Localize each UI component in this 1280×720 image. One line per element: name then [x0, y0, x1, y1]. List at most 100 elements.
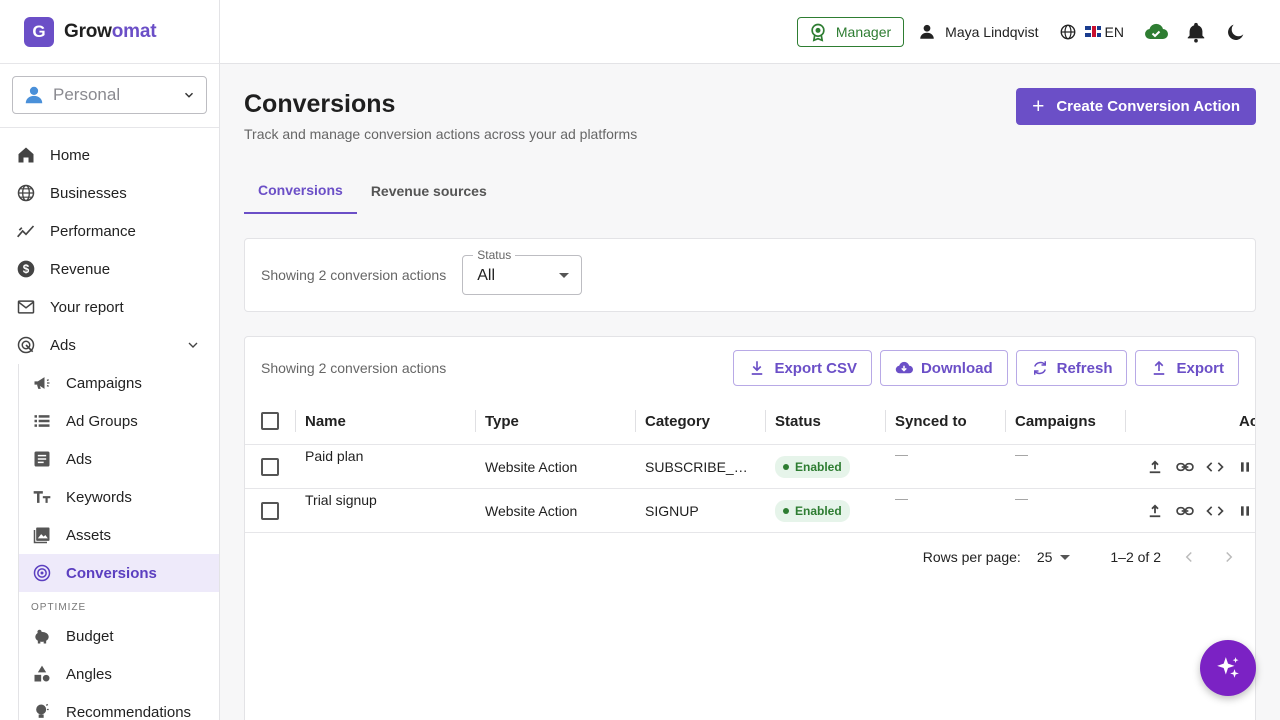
refresh-button[interactable]: Refresh	[1015, 350, 1128, 386]
previous-page-button[interactable]	[1177, 545, 1201, 569]
globe-icon	[17, 184, 35, 202]
cloud-check-icon	[1145, 23, 1168, 39]
link-icon[interactable]	[1170, 457, 1200, 477]
rows-per-page-value: 25	[1036, 549, 1053, 565]
export-csv-label: Export CSV	[774, 359, 857, 377]
cell-campaigns: —	[1015, 491, 1028, 506]
upload-icon[interactable]	[1140, 501, 1170, 521]
column-header-synced-to[interactable]: Synced to	[895, 399, 967, 443]
status-filter-select[interactable]: Status All	[462, 248, 583, 295]
cell-name[interactable]: Paid plan	[305, 445, 363, 489]
top-bar: Manager Maya Lindqvist EN	[220, 0, 1280, 64]
sidebar-item-angles[interactable]: Angles	[19, 655, 219, 693]
image-icon	[33, 527, 50, 544]
moon-icon	[1228, 24, 1244, 40]
brand-name: Growomat	[64, 20, 157, 42]
sidebar-item-ads[interactable]: Ads	[0, 326, 219, 364]
create-conversion-action-button[interactable]: + Create Conversion Action	[1016, 88, 1256, 125]
user-menu[interactable]: Maya Lindqvist	[918, 23, 1039, 41]
cloud-sync-button[interactable]	[1144, 20, 1168, 44]
ai-assistant-button[interactable]	[1200, 640, 1256, 696]
bell-icon	[1187, 22, 1205, 43]
notifications-button[interactable]	[1184, 20, 1208, 44]
conversion-icon	[33, 564, 51, 582]
sidebar-item-label: Ad Groups	[66, 412, 138, 430]
table-header-row: Name Type Category Status Synced to Camp…	[245, 399, 1255, 445]
pagination: Rows per page: 25 1–2 of 2	[923, 533, 1255, 581]
manager-label: Manager	[835, 23, 892, 40]
sidebar-item-revenue[interactable]: $ Revenue	[0, 250, 219, 288]
export-button[interactable]: Export	[1135, 350, 1239, 386]
next-page-button[interactable]	[1217, 545, 1241, 569]
sidebar-item-ads-sub[interactable]: Ads	[19, 440, 219, 478]
upload-icon[interactable]	[1140, 457, 1170, 477]
language-code: EN	[1104, 23, 1124, 40]
select-all-checkbox-cell	[261, 399, 279, 443]
sidebar-item-assets[interactable]: Assets	[19, 516, 219, 554]
export-csv-button[interactable]: Export CSV	[733, 350, 872, 386]
sidebar-item-campaigns[interactable]: Campaigns	[19, 364, 219, 402]
export-label: Export	[1176, 359, 1224, 377]
workspace-selector[interactable]: Personal	[12, 76, 207, 114]
column-header-campaigns[interactable]: Campaigns	[1015, 399, 1096, 443]
chevron-down-icon	[184, 92, 194, 98]
pause-icon[interactable]	[1230, 457, 1255, 477]
sidebar-item-businesses[interactable]: Businesses	[0, 174, 219, 212]
sparkle-icon	[1217, 657, 1239, 678]
link-icon[interactable]	[1170, 501, 1200, 521]
dollar-icon: $	[17, 260, 35, 278]
brand[interactable]: G Growomat	[0, 0, 219, 64]
pagination-range: 1–2 of 2	[1110, 549, 1161, 565]
column-header-category[interactable]: Category	[645, 399, 710, 443]
manager-button[interactable]: Manager	[796, 16, 905, 47]
svg-text:$: $	[23, 263, 30, 276]
sidebar-item-recommendations[interactable]: Recommendations	[19, 693, 219, 720]
sidebar-item-home[interactable]: Home	[0, 136, 219, 174]
code-icon[interactable]	[1200, 501, 1230, 521]
cell-synced-to: —	[895, 491, 908, 506]
sidebar-item-label: Angles	[66, 665, 112, 683]
cell-campaigns: —	[1015, 447, 1028, 462]
sidebar-item-performance[interactable]: Performance	[0, 212, 219, 250]
cell-synced-to: —	[895, 447, 908, 462]
sidebar-item-keywords[interactable]: Keywords	[19, 478, 219, 516]
sidebar-item-budget[interactable]: Budget	[19, 617, 219, 655]
upload-icon	[1154, 360, 1165, 375]
megaphone-icon	[34, 377, 50, 389]
workspace-label: Personal	[53, 85, 121, 104]
cell-name[interactable]: Trial signup	[305, 489, 377, 533]
refresh-icon	[1033, 361, 1046, 375]
column-header-type[interactable]: Type	[485, 399, 519, 443]
sidebar-item-label: Assets	[66, 526, 112, 544]
tab-revenue-sources[interactable]: Revenue sources	[357, 168, 501, 214]
download-button[interactable]: Download	[879, 350, 1008, 386]
sidebar-nav: Home Businesses Performance $ Revenue Yo…	[0, 128, 219, 720]
language-selector[interactable]: EN	[1059, 23, 1124, 41]
rows-per-page-label: Rows per page:	[922, 549, 1021, 565]
tabs: Conversions Revenue sources	[244, 168, 1256, 214]
row-checkbox[interactable]	[261, 502, 279, 520]
column-header-status[interactable]: Status	[775, 399, 821, 443]
table-toolbar: Showing 2 conversion actions Export CSV …	[245, 337, 1255, 399]
uk-flag-icon	[1084, 26, 1101, 37]
sidebar-item-ad-groups[interactable]: Ad Groups	[19, 402, 219, 440]
cell-category: SIGNUP	[645, 503, 699, 519]
rows-per-page-select[interactable]: 25	[1037, 549, 1071, 565]
page-title: Conversions	[244, 90, 396, 118]
refresh-label: Refresh	[1056, 359, 1113, 377]
column-header-name[interactable]: Name	[305, 399, 346, 443]
tab-conversions[interactable]: Conversions	[244, 168, 357, 214]
code-icon[interactable]	[1200, 457, 1230, 477]
table-row[interactable]: Paid plan Website Action SUBSCRIBE_… Ena…	[245, 445, 1255, 489]
sidebar-item-your-report[interactable]: Your report	[0, 288, 219, 326]
page-subtitle: Track and manage conversion actions acro…	[244, 126, 638, 142]
sidebar-item-label: Conversions	[66, 564, 157, 582]
theme-toggle-button[interactable]	[1224, 20, 1248, 44]
sidebar-item-conversions[interactable]: Conversions	[19, 554, 219, 592]
pause-icon[interactable]	[1230, 501, 1255, 521]
cloud-download-icon	[895, 361, 913, 374]
select-all-checkbox[interactable]	[261, 412, 279, 430]
lightbulb-icon	[36, 703, 49, 718]
table-row[interactable]: Trial signup Website Action SIGNUP Enabl…	[245, 489, 1255, 533]
row-checkbox[interactable]	[261, 458, 279, 476]
